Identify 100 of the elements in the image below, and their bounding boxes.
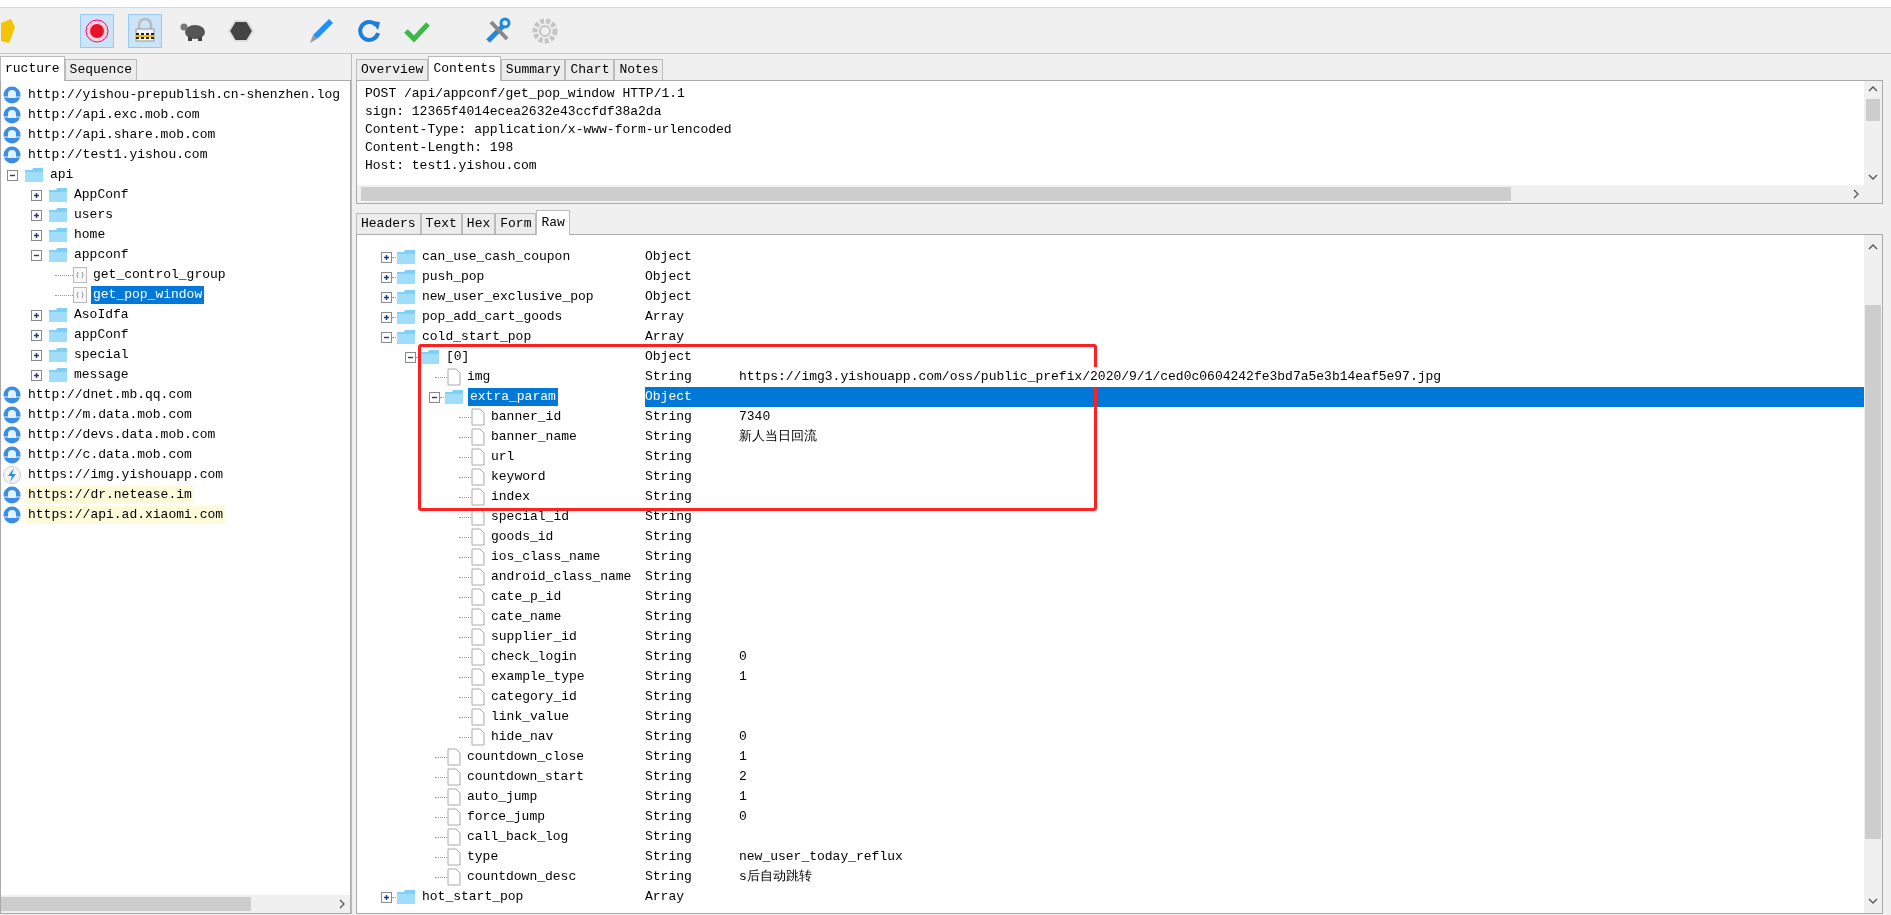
- tab[interactable]: ructure: [0, 56, 65, 81]
- request-item[interactable]: get_control_group: [91, 266, 228, 284]
- file-icon: [447, 868, 461, 886]
- globe-icon: [3, 506, 21, 524]
- expand-icon[interactable]: [31, 309, 42, 321]
- tab[interactable]: Chart: [565, 59, 615, 80]
- host-item[interactable]: http://api.exc.mob.com: [26, 106, 202, 124]
- folder-icon: [24, 167, 44, 183]
- file-icon: [471, 608, 485, 626]
- tab[interactable]: Headers: [356, 213, 421, 234]
- expand-icon[interactable]: [31, 369, 42, 381]
- tab[interactable]: Text: [420, 213, 462, 234]
- collapse-icon[interactable]: [31, 249, 42, 261]
- expand-icon[interactable]: [381, 311, 392, 323]
- pen-icon: [307, 16, 335, 45]
- scroll-right-icon[interactable]: [338, 899, 346, 909]
- file-icon: [471, 628, 485, 646]
- host-item[interactable]: http://m.data.mob.com: [26, 406, 194, 424]
- folder-item[interactable]: home: [72, 226, 108, 244]
- key-name: supplier_id: [490, 628, 578, 646]
- scroll-up-icon[interactable]: [1868, 243, 1878, 251]
- key-name: example_type: [490, 668, 586, 686]
- tab[interactable]: Sequence: [64, 59, 138, 80]
- folder-item[interactable]: appConf: [72, 326, 131, 344]
- key-name: pop_add_cart_goods: [421, 308, 564, 326]
- folder-item[interactable]: AsoIdfa: [72, 306, 131, 324]
- expand-icon[interactable]: [31, 209, 42, 221]
- scroll-down-icon[interactable]: [1868, 897, 1878, 905]
- folder-item[interactable]: users: [72, 206, 115, 224]
- globe-icon: [3, 86, 21, 104]
- host-item[interactable]: http://c.data.mob.com: [26, 446, 194, 464]
- scrollbar-thumb[interactable]: [1866, 99, 1880, 121]
- key-name: [0]: [445, 348, 471, 366]
- tab[interactable]: Summary: [500, 59, 566, 80]
- value-type: String: [645, 428, 693, 447]
- tab[interactable]: Hex: [461, 213, 496, 234]
- host-item[interactable]: https://dr.netease.im: [26, 486, 194, 504]
- host-item[interactable]: http://api.share.mob.com: [26, 126, 218, 144]
- host-item[interactable]: https://api.ad.xiaomi.com: [26, 506, 226, 524]
- scrollbar-thumb[interactable]: [1865, 305, 1881, 839]
- scroll-down-icon[interactable]: [1868, 173, 1878, 181]
- value-type: String: [645, 728, 693, 747]
- lock-button[interactable]: [128, 13, 162, 48]
- key-name: hot_start_pop: [421, 888, 525, 906]
- collapse-icon[interactable]: [7, 169, 18, 181]
- scroll-right-icon[interactable]: [1852, 189, 1860, 199]
- value-type: String: [645, 708, 693, 727]
- expand-icon[interactable]: [381, 271, 392, 283]
- key-name: countdown_close: [466, 748, 586, 766]
- globe-icon: [3, 146, 21, 164]
- request-item[interactable]: get_pop_window: [91, 286, 205, 304]
- folder-icon: [48, 247, 68, 263]
- host-item[interactable]: http://test1.yishou.com: [26, 146, 210, 164]
- value-type: String: [645, 588, 693, 607]
- host-item[interactable]: https://img.yishouapp.com: [26, 466, 226, 484]
- collapse-icon[interactable]: [405, 351, 416, 363]
- tab[interactable]: Overview: [356, 59, 429, 80]
- tab[interactable]: Form: [495, 213, 537, 234]
- folder-item[interactable]: message: [72, 366, 131, 384]
- folder-item[interactable]: appconf: [72, 246, 131, 264]
- value-type: String: [645, 748, 693, 767]
- key-name: extra_param: [468, 388, 558, 406]
- expand-icon[interactable]: [31, 349, 42, 361]
- collapse-icon[interactable]: [429, 391, 440, 403]
- vertical-scrollbar[interactable]: [1864, 81, 1882, 203]
- folder-item[interactable]: special: [72, 346, 131, 364]
- expand-icon[interactable]: [31, 329, 42, 341]
- key-name: keyword: [490, 468, 547, 486]
- folder-item[interactable]: api: [48, 166, 76, 184]
- vertical-scrollbar[interactable]: [1864, 235, 1882, 913]
- expand-icon[interactable]: [31, 189, 42, 201]
- value-type: String: [645, 828, 693, 847]
- key-name: ios_class_name: [490, 548, 602, 566]
- key-name: index: [490, 488, 531, 506]
- expand-icon[interactable]: [31, 229, 42, 241]
- expand-icon[interactable]: [381, 291, 392, 303]
- folder-icon: [48, 187, 68, 203]
- scrollbar-thumb[interactable]: [1, 897, 251, 911]
- host-item[interactable]: http://devs.data.mob.com: [26, 426, 218, 444]
- value-type: String: [645, 408, 693, 427]
- horizontal-scrollbar[interactable]: [357, 185, 1864, 203]
- value-type: Array: [645, 308, 685, 327]
- tab[interactable]: Notes: [614, 59, 664, 80]
- value-type: String: [645, 788, 693, 807]
- folder-item[interactable]: AppConf: [72, 186, 131, 204]
- value-type: String: [645, 628, 693, 647]
- tab[interactable]: Contents: [428, 56, 501, 81]
- globe-icon: [3, 126, 21, 144]
- collapse-icon[interactable]: [381, 331, 392, 343]
- host-item[interactable]: http://yishou-prepublish.cn-shenzhen.log: [26, 86, 343, 104]
- scrollbar-thumb[interactable]: [361, 187, 1511, 201]
- tab[interactable]: Raw: [536, 210, 570, 235]
- globe-icon: [3, 486, 21, 504]
- expand-icon[interactable]: [381, 891, 392, 903]
- host-item[interactable]: http://dnet.mb.qq.com: [26, 386, 194, 404]
- expand-icon[interactable]: [381, 251, 392, 263]
- record-button[interactable]: [80, 13, 114, 48]
- horizontal-scrollbar[interactable]: [1, 895, 350, 913]
- file-icon: [471, 728, 485, 746]
- scroll-up-icon[interactable]: [1868, 85, 1878, 93]
